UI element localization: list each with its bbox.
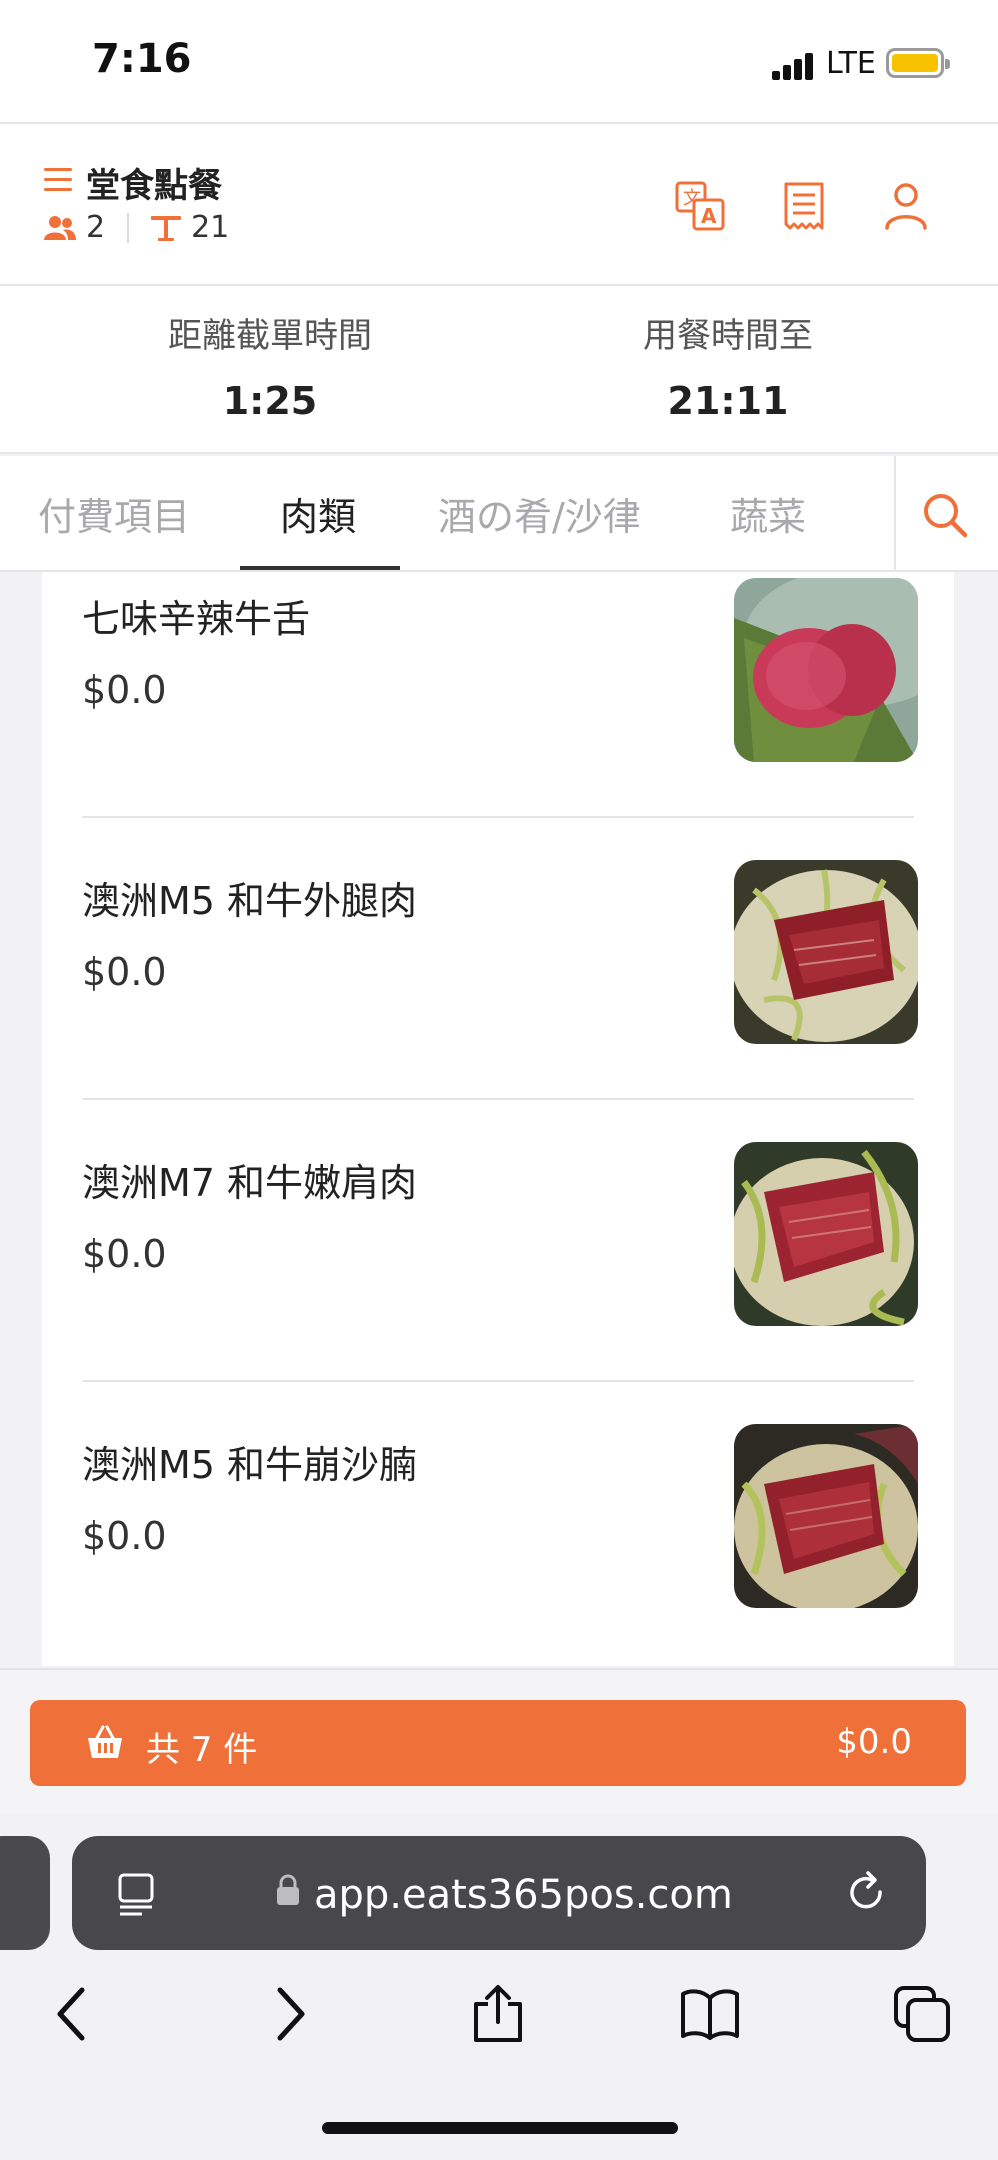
cutoff-value: 1:25 (222, 379, 318, 423)
back-icon[interactable] (44, 1984, 104, 2044)
list-item[interactable]: 澳洲M5 和牛崩沙腩 $0.0 (42, 1398, 954, 1666)
active-tab-indicator (240, 566, 400, 570)
cart-count: 共 7 件 (146, 1730, 258, 1770)
reload-icon[interactable] (844, 1870, 890, 1916)
url-text: app.eats365pos.com (314, 1872, 733, 1918)
address-bar[interactable]: app.eats365pos.com (72, 1836, 926, 1950)
signal-icon (772, 52, 816, 80)
item-price: $0.0 (82, 668, 167, 712)
hamburger-menu-icon[interactable] (44, 168, 72, 192)
user-icon[interactable] (880, 180, 932, 232)
svg-text:A: A (701, 204, 717, 228)
item-photo-flank[interactable] (734, 1424, 918, 1608)
table-number: 21 (191, 210, 230, 245)
list-item[interactable]: 七味辛辣牛舌 $0.0 (42, 572, 954, 834)
menu-item-list: 七味辛辣牛舌 $0.0 澳洲M5 和牛外腿肉 $0.0 澳洲M7 和牛嫩肩肉 $… (42, 572, 954, 1666)
dining-label: 用餐時間至 (643, 316, 813, 356)
search-button[interactable] (894, 456, 998, 570)
item-name: 澳洲M5 和牛外腿肉 (82, 879, 418, 923)
item-price: $0.0 (82, 1514, 167, 1558)
cart-button[interactable]: 共 7 件 $0.0 (30, 1700, 966, 1786)
guest-count: 2 (86, 210, 106, 245)
item-name: 澳洲M7 和牛嫩肩肉 (82, 1161, 418, 1205)
table-icon (151, 215, 182, 241)
list-item[interactable]: 澳洲M7 和牛嫩肩肉 $0.0 (42, 1116, 954, 1398)
screen: 7:16 LTE 堂食點餐 2 21 文 A 距離截單時間 1:25 用餐時間至… (0, 0, 998, 2160)
item-name: 澳洲M5 和牛崩沙腩 (82, 1443, 418, 1487)
home-indicator (322, 2122, 678, 2134)
item-photo-beef-tongue[interactable] (734, 578, 918, 762)
lock-icon (277, 1874, 299, 1905)
tab-paid-items[interactable]: 付費項目 (38, 486, 190, 541)
app-header: 堂食點餐 2 21 文 A (0, 122, 998, 286)
item-photo-outside-round[interactable] (734, 860, 918, 1044)
page-title: 堂食點餐 (86, 166, 222, 206)
cutoff-timer: 距離截單時間 1:25 (110, 308, 430, 423)
tab-vegetables[interactable]: 蔬菜 (730, 486, 806, 541)
search-icon (924, 494, 968, 538)
status-bar: 7:16 LTE (0, 0, 998, 122)
list-item[interactable]: 澳洲M5 和牛外腿肉 $0.0 (42, 834, 954, 1116)
guests-icon (44, 215, 76, 240)
basket-icon (88, 1725, 122, 1758)
share-icon[interactable] (468, 1984, 528, 2044)
dining-value: 21:11 (667, 379, 789, 423)
network-label: LTE (826, 46, 876, 81)
cart-total: $0.0 (836, 1722, 912, 1762)
tab-appetizers-salad[interactable]: 酒の肴/沙律 (438, 486, 641, 541)
tabs-icon[interactable] (892, 1984, 952, 2044)
browser-chrome: app.eats365pos.com (0, 1814, 998, 2160)
item-divider (82, 1098, 914, 1100)
item-photo-chuck-tender[interactable] (734, 1142, 918, 1326)
dining-timer: 用餐時間至 21:11 (568, 308, 888, 423)
category-tabs: 付費項目 肉類 酒の肴/沙律 蔬菜 (0, 456, 998, 572)
item-name: 七味辛辣牛舌 (82, 597, 311, 641)
previous-tab-edge[interactable] (0, 1836, 50, 1950)
item-price: $0.0 (82, 1232, 167, 1276)
item-price: $0.0 (82, 950, 167, 994)
cart-area: 共 7 件 $0.0 (0, 1668, 998, 1814)
bookmarks-icon[interactable] (680, 1984, 740, 2044)
receipt-icon[interactable] (778, 180, 830, 232)
tab-meat[interactable]: 肉類 (280, 486, 356, 541)
item-divider (82, 1380, 914, 1382)
item-divider (82, 816, 914, 818)
forward-icon[interactable] (258, 1984, 318, 2044)
cutoff-label: 距離截單時間 (168, 316, 372, 356)
page-menu-icon[interactable] (116, 1872, 156, 1916)
table-meta: 2 21 (44, 210, 229, 245)
battery-icon (886, 48, 950, 78)
timer-bar: 距離截單時間 1:25 用餐時間至 21:11 (0, 286, 998, 454)
translate-icon[interactable]: 文 A (674, 180, 726, 232)
status-time: 7:16 (92, 36, 192, 82)
